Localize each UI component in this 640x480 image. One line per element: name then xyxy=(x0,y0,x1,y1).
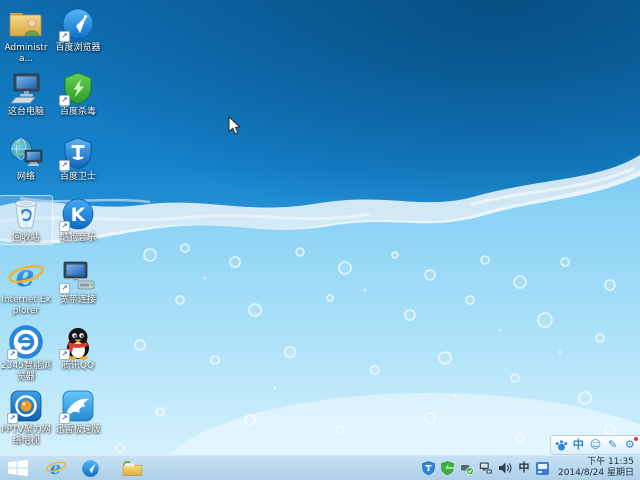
svg-text:e: e xyxy=(15,259,34,293)
desktop-icon-network[interactable]: 网络 xyxy=(0,135,52,183)
shortcut-arrow-overlay: ↗ xyxy=(59,413,70,424)
pptv-icon: ↗ xyxy=(6,388,46,424)
chinese-english-toggle[interactable]: 中 xyxy=(571,437,585,453)
icon-label: 酷狗音乐 xyxy=(59,233,97,244)
kugou-music-icon: K ↗ xyxy=(58,196,98,232)
this-pc-icon xyxy=(6,70,46,106)
administrator-user-folder-icon xyxy=(6,6,46,42)
shortcut-arrow-overlay: ↗ xyxy=(59,160,70,171)
start-button[interactable] xyxy=(0,456,36,480)
icon-label: 百度杀毒 xyxy=(59,107,97,118)
xunlei-icon: ↗ xyxy=(58,388,98,424)
baidu-weishi-tray-icon[interactable] xyxy=(422,461,436,475)
desktop-icon-kugou-music[interactable]: K ↗ 酷狗音乐 xyxy=(52,196,104,244)
windows-logo-icon xyxy=(8,460,28,476)
shortcut-arrow-overlay: ↗ xyxy=(59,221,70,232)
clock-time: 下午 11:35 xyxy=(587,457,634,468)
volume-speaker-icon[interactable] xyxy=(498,461,512,475)
broadband-connection-icon: ↗ xyxy=(58,258,98,294)
blue-app-tray-icon[interactable] xyxy=(536,461,550,475)
recycle-bin-icon xyxy=(6,196,46,232)
desktop-icon-internet-explorer[interactable]: e Internet Explorer xyxy=(0,258,52,317)
desktop-icon-xunlei[interactable]: ↗ 迅雷极速版 xyxy=(52,388,104,436)
icon-label: PPTV聚力网络电视 xyxy=(0,425,52,447)
shortcut-arrow-overlay: ↗ xyxy=(7,349,18,360)
windows-desktop: Administra... ↗ 百度浏览器 这台电脑 xyxy=(0,0,640,480)
baidu-browser-icon xyxy=(81,459,100,478)
emoji-face-icon[interactable]: ☺ xyxy=(588,437,602,453)
icon-label: Administra... xyxy=(0,43,52,65)
desktop-icon-baidu-antivirus[interactable]: ↗ 百度杀毒 xyxy=(52,70,104,118)
usb-safely-remove-icon[interactable] xyxy=(460,461,474,475)
icon-label: Internet Explorer xyxy=(0,295,52,317)
taskbar-file-explorer-button[interactable] xyxy=(118,456,146,480)
desktop-icon-baidu-weishi[interactable]: ↗ 百度卫士 xyxy=(52,135,104,183)
shortcut-arrow-overlay: ↗ xyxy=(59,349,70,360)
2345-browser-icon: ↗ xyxy=(6,324,46,360)
network-globe-icon xyxy=(6,135,46,171)
desktop-icon-baidu-browser[interactable]: ↗ 百度浏览器 xyxy=(52,6,104,54)
baidu-antivirus-tray-icon[interactable] xyxy=(441,461,455,475)
icon-label: 宽带连接 xyxy=(59,295,97,306)
icon-label: 腾讯QQ xyxy=(61,361,95,372)
svg-text:e: e xyxy=(50,459,61,478)
baidu-antivirus-shield-icon: ↗ xyxy=(58,70,98,106)
icon-label: 2345智能浏览器 xyxy=(0,361,52,383)
svg-text:K: K xyxy=(71,204,87,226)
icon-label: 百度浏览器 xyxy=(54,43,101,54)
internet-explorer-icon: e xyxy=(45,458,67,478)
taskbar-baidu-browser-button[interactable] xyxy=(76,456,104,480)
icon-label: 迅雷极速版 xyxy=(54,425,101,436)
desktop-icon-pptv[interactable]: ↗ PPTV聚力网络电视 xyxy=(0,388,52,447)
taskbar-clock[interactable]: 下午 11:35 2014/8/24 星期日 xyxy=(554,457,640,479)
desktop-icon-recycle-bin[interactable]: 回收站 xyxy=(0,196,52,244)
baidu-weishi-shield-icon: ↗ xyxy=(58,135,98,171)
baidu-ime-paw-logo-icon[interactable] xyxy=(554,437,568,453)
system-tray: 中 xyxy=(422,461,554,475)
icon-label: 网络 xyxy=(16,172,36,183)
ime-language-indicator[interactable]: 中 xyxy=(517,461,531,475)
shortcut-arrow-overlay: ↗ xyxy=(59,95,70,106)
desktop-icon-tencent-qq[interactable]: ↗ 腾讯QQ xyxy=(52,324,104,372)
network-tray-icon[interactable] xyxy=(479,461,493,475)
shortcut-arrow-overlay: ↗ xyxy=(7,413,18,424)
clock-date: 2014/8/24 星期日 xyxy=(558,468,634,479)
mouse-cursor xyxy=(228,116,242,136)
desktop-icon-broadband[interactable]: ↗ 宽带连接 xyxy=(52,258,104,306)
baidu-browser-icon: ↗ xyxy=(58,6,98,42)
desktop-icon-2345-browser[interactable]: ↗ 2345智能浏览器 xyxy=(0,324,52,383)
icon-label: 这台电脑 xyxy=(7,107,45,118)
internet-explorer-icon: e xyxy=(6,258,46,294)
notification-dot xyxy=(634,437,638,441)
desktop-icon-administrator[interactable]: Administra... xyxy=(0,6,52,65)
shortcut-arrow-overlay: ↗ xyxy=(59,31,70,42)
handwriting-pen-icon[interactable]: ✎ xyxy=(606,437,620,453)
settings-gear-icon[interactable]: ⚙ xyxy=(623,437,637,453)
ime-toolbar: 中 ☺ ✎ ⚙ xyxy=(550,435,640,455)
shortcut-arrow-overlay: ↗ xyxy=(59,283,70,294)
tencent-qq-icon: ↗ xyxy=(58,324,98,360)
taskbar-ie-button[interactable]: e xyxy=(42,456,70,480)
icon-label: 回收站 xyxy=(11,233,40,244)
desktop-icon-this-pc[interactable]: 这台电脑 xyxy=(0,70,52,118)
icon-label: 百度卫士 xyxy=(59,172,97,183)
taskbar: e xyxy=(0,455,640,480)
file-explorer-folder-icon xyxy=(122,460,143,477)
